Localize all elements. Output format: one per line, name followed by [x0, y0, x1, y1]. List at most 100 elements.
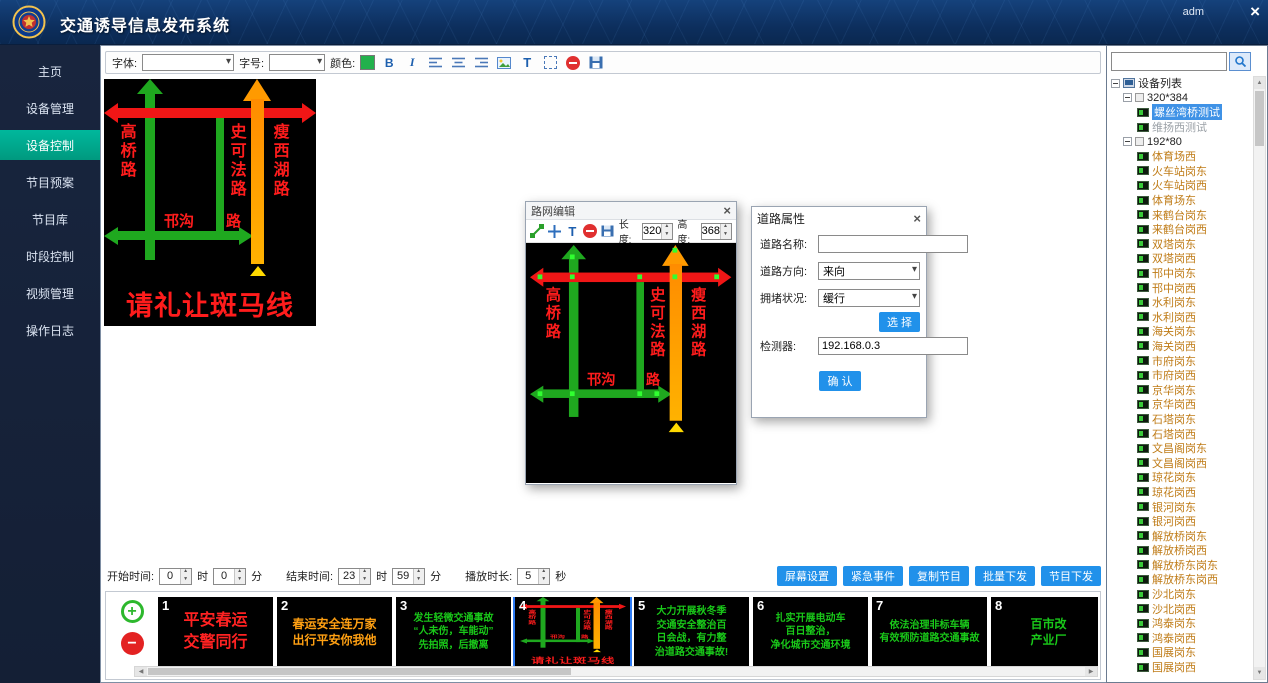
draw-road-icon[interactable]: [530, 223, 544, 239]
spin-up-icon[interactable]: [539, 569, 549, 577]
emergency-event-button[interactable]: 紧急事件: [843, 566, 903, 586]
bold-button[interactable]: B: [380, 54, 398, 72]
tree-expander-icon[interactable]: [1123, 93, 1132, 102]
program-thumb-7[interactable]: 7依法治理非标车辆有效预防道路交通事故: [872, 597, 987, 667]
duration-input[interactable]: 5: [517, 568, 550, 585]
device-item-label[interactable]: 水利岗东: [1152, 294, 1196, 310]
start-hour-input[interactable]: 0: [159, 568, 192, 585]
user-name[interactable]: adm: [1183, 6, 1204, 18]
device-item-label[interactable]: 石塔岗西: [1152, 426, 1196, 442]
device-item-label[interactable]: 海关岗东: [1152, 323, 1196, 339]
size-select[interactable]: [269, 54, 325, 71]
edit-node[interactable]: [637, 391, 642, 396]
edit-node[interactable]: [570, 255, 575, 260]
program-thumb-2[interactable]: 2春运安全连万家出行平安你我他: [277, 597, 392, 667]
spin-down-icon[interactable]: [662, 231, 672, 239]
congestion-select[interactable]: 缓行: [818, 289, 920, 307]
delete-icon[interactable]: [583, 223, 597, 239]
device-item-label[interactable]: 京华岗东: [1152, 382, 1196, 398]
font-select[interactable]: [142, 54, 234, 71]
edit-node[interactable]: [673, 248, 678, 253]
copy-program-button[interactable]: 复制节目: [909, 566, 969, 586]
save-icon[interactable]: [601, 223, 615, 239]
search-button[interactable]: [1229, 52, 1251, 71]
road-name-input[interactable]: [818, 235, 968, 253]
device-item-label[interactable]: 解放桥岗东: [1152, 528, 1207, 544]
sidebar-item-video-management[interactable]: 视频管理: [0, 278, 100, 308]
edit-node[interactable]: [538, 391, 543, 396]
device-item-label[interactable]: 双塔岗西: [1152, 250, 1196, 266]
device-item-label[interactable]: 解放桥东岗东: [1152, 557, 1218, 573]
align-left-icon[interactable]: [426, 54, 444, 72]
road-direction-select[interactable]: 来向: [818, 262, 920, 280]
edit-node[interactable]: [538, 274, 543, 279]
edit-node[interactable]: [654, 391, 659, 396]
properties-titlebar[interactable]: 道路属性 ×: [752, 207, 926, 229]
device-item-label[interactable]: 鸿泰岗东: [1152, 615, 1196, 631]
sign-preview[interactable]: 高桥路 史可法路 瘦西湖路 邗沟 路 请礼让斑马线: [104, 79, 316, 326]
device-item-label[interactable]: 火车站岗西: [1152, 177, 1207, 193]
edit-node[interactable]: [570, 274, 575, 279]
spin-down-icon[interactable]: [721, 231, 731, 239]
spin-down-icon[interactable]: [181, 576, 191, 584]
tree-expander-icon[interactable]: [1111, 79, 1120, 88]
device-item-label[interactable]: 市府岗西: [1152, 367, 1196, 383]
length-input[interactable]: 320: [642, 223, 673, 240]
spin-up-icon[interactable]: [360, 569, 370, 577]
spin-up-icon[interactable]: [662, 224, 672, 232]
device-item-label[interactable]: 琼花岗西: [1152, 484, 1196, 500]
scroll-up-icon[interactable]: ▲: [1254, 77, 1265, 89]
device-item-label[interactable]: 邗中岗西: [1152, 280, 1196, 296]
close-icon[interactable]: ×: [913, 211, 921, 226]
align-center-icon[interactable]: [449, 54, 467, 72]
color-swatch[interactable]: [360, 55, 375, 70]
screen-settings-button[interactable]: 屏幕设置: [777, 566, 837, 586]
scroll-down-icon[interactable]: ▼: [1254, 667, 1265, 679]
device-item-label[interactable]: 维扬西测试: [1152, 119, 1207, 135]
sidebar-item-device-management[interactable]: 设备管理: [0, 93, 100, 123]
edit-node[interactable]: [673, 274, 678, 279]
tree-root-label[interactable]: 设备列表: [1138, 76, 1182, 91]
scroll-left-icon[interactable]: ◀: [135, 667, 147, 676]
device-item-label[interactable]: 体育场西: [1152, 148, 1196, 164]
batch-send-button[interactable]: 批量下发: [975, 566, 1035, 586]
remove-icon[interactable]: [564, 54, 582, 72]
device-item-label[interactable]: 沙北岗西: [1152, 601, 1196, 617]
edit-node[interactable]: [570, 391, 575, 396]
spin-up-icon[interactable]: [235, 569, 245, 577]
device-item-label[interactable]: 螺丝湾桥测试: [1152, 104, 1222, 120]
end-hour-input[interactable]: 23: [338, 568, 371, 585]
scrollbar-thumb[interactable]: [148, 668, 571, 675]
sidebar-item-operation-log[interactable]: 操作日志: [0, 315, 100, 345]
add-program-button[interactable]: +: [121, 600, 144, 623]
program-thumb-6[interactable]: 6扎实开展电动车百日整治，净化城市交通环境: [753, 597, 868, 667]
program-thumb-8[interactable]: 8百市改产业厂: [991, 597, 1098, 667]
program-thumb-3[interactable]: 3发生轻微交通事故“人未伤，车能动”先拍照，后撤离: [396, 597, 511, 667]
italic-button[interactable]: I: [403, 54, 421, 72]
device-item-label[interactable]: 琼花岗东: [1152, 469, 1196, 485]
program-send-button[interactable]: 节目下发: [1041, 566, 1101, 586]
sidebar-item-time-control[interactable]: 时段控制: [0, 241, 100, 271]
spin-down-icon[interactable]: [539, 576, 549, 584]
spin-up-icon[interactable]: [721, 224, 731, 232]
end-minute-input[interactable]: 59: [392, 568, 425, 585]
device-item-label[interactable]: 海关岗西: [1152, 338, 1196, 354]
device-item-label[interactable]: 文昌阁岗东: [1152, 440, 1207, 456]
spin-up-icon[interactable]: [414, 569, 424, 577]
select-button[interactable]: 选 择: [879, 312, 920, 332]
device-item-label[interactable]: 鸿泰岗西: [1152, 630, 1196, 646]
device-item-label[interactable]: 银河岗东: [1152, 499, 1196, 515]
fit-icon[interactable]: [541, 54, 559, 72]
edit-node[interactable]: [714, 274, 719, 279]
device-item-label[interactable]: 火车站岗东: [1152, 163, 1207, 179]
close-icon[interactable]: ×: [1250, 3, 1260, 20]
sidebar-item-device-control[interactable]: 设备控制: [0, 130, 100, 160]
device-item-label[interactable]: 水利岗西: [1152, 309, 1196, 325]
detector-input[interactable]: [818, 337, 968, 355]
device-item-label[interactable]: 国展岗西: [1152, 659, 1196, 675]
scroll-right-icon[interactable]: ▶: [1085, 667, 1097, 676]
search-input[interactable]: [1111, 52, 1227, 71]
edit-node[interactable]: [637, 274, 642, 279]
device-item-label[interactable]: 国展岗东: [1152, 644, 1196, 660]
device-item-label[interactable]: 来鹤台岗东: [1152, 207, 1207, 223]
